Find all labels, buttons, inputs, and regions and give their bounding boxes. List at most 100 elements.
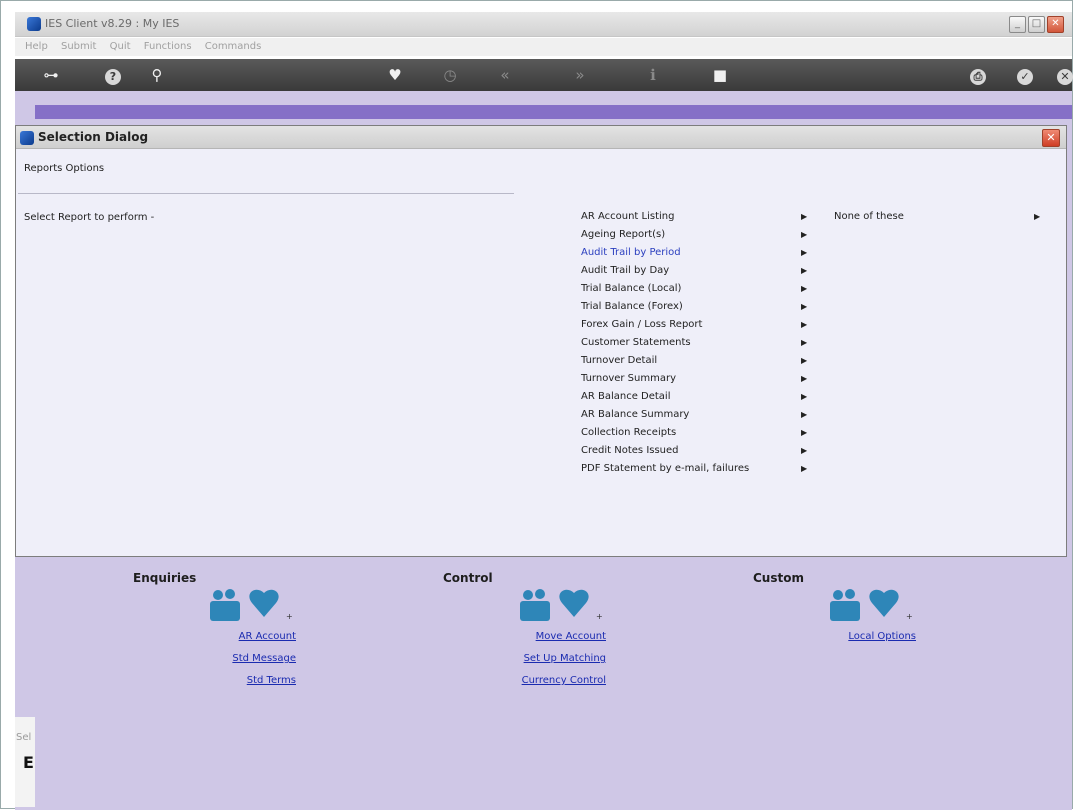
menu-item-label: Customer Statements xyxy=(581,337,691,348)
stop-icon[interactable]: ■ xyxy=(710,65,730,85)
strip-label: Sel xyxy=(16,732,32,743)
submenu-arrow-icon: ▶ xyxy=(801,248,808,257)
help-icon[interactable]: ? xyxy=(103,65,123,85)
control-title: Control xyxy=(443,571,493,585)
menu-item-label: PDF Statement by e-mail, failures xyxy=(581,463,750,474)
link-local-options[interactable]: Local Options xyxy=(806,631,916,642)
submenu-arrow-icon: ▶ xyxy=(801,302,808,311)
dialog-titlebar: Selection Dialog ✕ xyxy=(16,126,1066,149)
link-move-account[interactable]: Move Account xyxy=(496,631,606,642)
menu-submit[interactable]: Submit xyxy=(61,41,96,52)
heart-icon[interactable]: ♥ xyxy=(385,65,405,85)
submenu-arrow-icon: ▶ xyxy=(801,230,808,239)
dialog-title: Selection Dialog xyxy=(38,130,149,144)
link-std-message[interactable]: Std Message xyxy=(191,653,296,664)
dialog-subtitle: Reports Options xyxy=(24,163,105,174)
clock-icon[interactable]: ◷ xyxy=(440,65,460,85)
minimize-button[interactable]: _ xyxy=(1009,16,1026,33)
menu-item[interactable]: Audit Trail by Period ▶ xyxy=(581,244,821,262)
submenu-arrow-icon: ▶ xyxy=(801,320,808,329)
menu-item[interactable]: Credit Notes Issued ▶ xyxy=(581,442,821,460)
menu-item-label: Forex Gain / Loss Report xyxy=(581,319,703,330)
menu-quit[interactable]: Quit xyxy=(110,41,131,52)
dialog-close-button[interactable]: ✕ xyxy=(1042,129,1060,147)
strip-letter: E xyxy=(23,753,34,772)
submenu-arrow-icon: ▶ xyxy=(801,446,808,455)
menu-item-label: Turnover Detail xyxy=(581,355,658,366)
print-icon[interactable]: ⎙ xyxy=(968,65,988,85)
menu-item[interactable]: Customer Statements ▶ xyxy=(581,334,821,352)
menu-item-label: Trial Balance (Local) xyxy=(581,283,682,294)
menu-item[interactable]: AR Account Listing ▶ xyxy=(581,208,821,226)
ok-icon[interactable]: ✓ xyxy=(1015,65,1035,85)
submenu-item[interactable]: None of these ▶ xyxy=(834,208,1054,226)
menu-item-label: Turnover Summary xyxy=(581,373,677,384)
submenu-label: None of these xyxy=(834,211,904,222)
menu-help[interactable]: Help xyxy=(25,41,48,52)
svg-text:+: + xyxy=(286,612,293,621)
forward-icon[interactable]: » xyxy=(570,65,590,85)
menu-item[interactable]: Collection Receipts ▶ xyxy=(581,424,821,442)
accent-band xyxy=(35,105,1072,119)
link-ar-account[interactable]: AR Account xyxy=(206,631,296,642)
menu-bar: Help Submit Quit Functions Commands xyxy=(15,38,1072,56)
submenu-arrow-icon: ▶ xyxy=(801,374,808,383)
menu-item-label: Collection Receipts xyxy=(581,427,677,438)
svg-text:+: + xyxy=(596,612,603,621)
menu-item[interactable]: Audit Trail by Day ▶ xyxy=(581,262,821,280)
submenu-arrow-icon: ▶ xyxy=(801,392,808,401)
link-currency-control[interactable]: Currency Control xyxy=(491,675,606,686)
svg-text:+: + xyxy=(906,612,913,621)
menu-item[interactable]: Trial Balance (Local) ▶ xyxy=(581,280,821,298)
menu-item[interactable]: Ageing Report(s) ▶ xyxy=(581,226,821,244)
menu-commands[interactable]: Commands xyxy=(205,41,262,52)
back-icon[interactable]: « xyxy=(495,65,515,85)
menu-item[interactable]: Turnover Summary ▶ xyxy=(581,370,821,388)
close-icon[interactable]: ✕ xyxy=(1055,65,1073,85)
menu-item-label: Credit Notes Issued xyxy=(581,445,679,456)
link-std-terms[interactable]: Std Terms xyxy=(191,675,296,686)
submenu-arrow-icon: ▶ xyxy=(801,266,808,275)
menu-item-label: Audit Trail by Day xyxy=(581,265,670,276)
menu-functions[interactable]: Functions xyxy=(144,41,192,52)
menu-item[interactable]: Trial Balance (Forex) ▶ xyxy=(581,298,821,316)
app-window: IES Client v8.29 : My IES _ □ ✕ Help Sub… xyxy=(0,0,1073,810)
report-menu: AR Account Listing ▶ Ageing Report(s) ▶ Audi… xyxy=(581,208,821,478)
control-people-heart-icon: + xyxy=(520,589,603,621)
custom-people-heart-icon: + xyxy=(830,589,913,621)
menu-item[interactable]: PDF Statement by e-mail, failures ▶ xyxy=(581,460,821,478)
maximize-button[interactable]: □ xyxy=(1028,16,1045,33)
submenu-arrow-icon: ▶ xyxy=(801,356,808,365)
link-set-up-matching[interactable]: Set Up Matching xyxy=(491,653,606,664)
menu-item-label: AR Balance Summary xyxy=(581,409,690,420)
menu-item-label: AR Balance Detail xyxy=(581,391,671,402)
menu-item[interactable]: Forex Gain / Loss Report ▶ xyxy=(581,316,821,334)
menu-item[interactable]: AR Balance Summary ▶ xyxy=(581,406,821,424)
window-title: IES Client v8.29 : My IES xyxy=(45,17,180,30)
search-icon[interactable]: ⚲ xyxy=(147,65,167,85)
info-icon[interactable]: ℹ xyxy=(643,65,663,85)
submenu-arrow-icon: ▶ xyxy=(801,428,808,437)
key-icon[interactable]: ⊶ xyxy=(33,65,69,85)
enquiries-title: Enquiries xyxy=(133,571,197,585)
submenu-arrow-icon: ▶ xyxy=(801,464,808,473)
submenu-arrow-icon: ▶ xyxy=(801,410,808,419)
app-logo-icon xyxy=(27,17,41,31)
submenu-arrow-icon: ▶ xyxy=(801,338,808,347)
submenu-arrow-icon: ▶ xyxy=(1034,212,1041,221)
menu-item-label: Audit Trail by Period xyxy=(581,247,681,258)
window-close-button[interactable]: ✕ xyxy=(1047,16,1064,33)
toolbar: ⊶ ? ⚲ ♥ ◷ « » ℹ ■ ⎙ ✓ ✕ xyxy=(15,59,1073,91)
enquiries-people-heart-icon: + xyxy=(210,589,293,621)
menu-item-label: Trial Balance (Forex) xyxy=(581,301,683,312)
selection-dialog: Selection Dialog ✕ Reports Options Selec… xyxy=(15,125,1067,557)
submenu-arrow-icon: ▶ xyxy=(801,212,808,221)
menu-item[interactable]: AR Balance Detail ▶ xyxy=(581,388,821,406)
select-prompt: Select Report to perform - xyxy=(24,212,155,223)
dialog-app-icon xyxy=(20,131,34,145)
dialog-divider xyxy=(18,193,514,194)
menu-item-label: Ageing Report(s) xyxy=(581,229,666,240)
custom-title: Custom xyxy=(753,571,804,585)
menu-item-label: AR Account Listing xyxy=(581,211,675,222)
menu-item[interactable]: Turnover Detail ▶ xyxy=(581,352,821,370)
